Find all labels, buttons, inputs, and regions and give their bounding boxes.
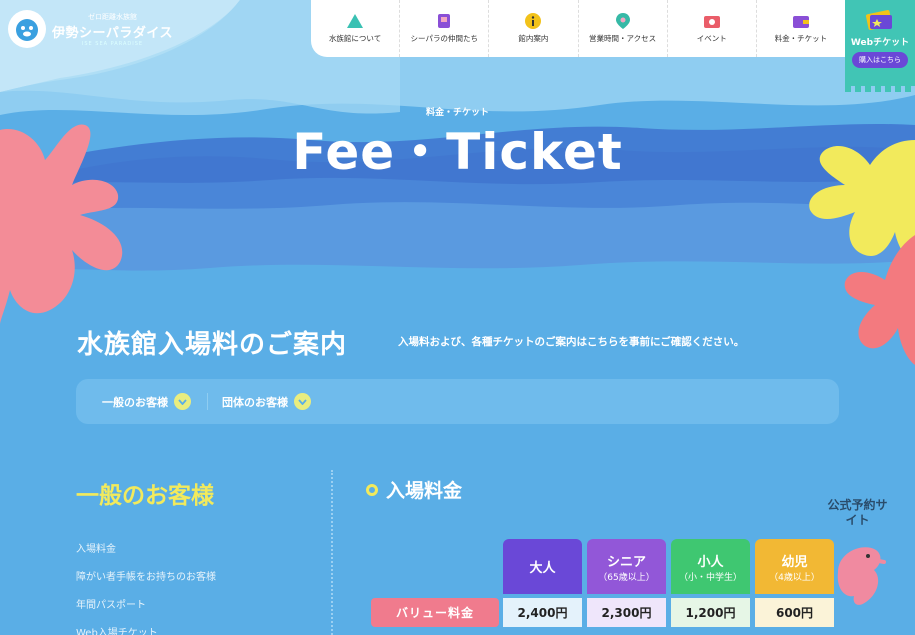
- filter-label: 一般のお客様: [102, 395, 168, 409]
- bullet-icon: [366, 483, 378, 496]
- side-link-annual-pass[interactable]: 年間パスポート: [76, 596, 216, 611]
- header-senior: シニア （65歳以上）: [587, 539, 666, 594]
- camera-icon: [703, 13, 720, 29]
- page-section-title: 水族館入場料のご案内: [77, 330, 348, 360]
- info-icon: [525, 13, 542, 29]
- logo-subtitle: ゼロ距離水族館: [87, 12, 137, 21]
- nav-label: 営業時間・アクセス: [589, 34, 657, 43]
- chevron-down-icon: [294, 393, 311, 410]
- row-label-value-price: バリュー料金: [371, 598, 499, 627]
- price-cell: 1,200円: [671, 598, 750, 627]
- header-main: シニア: [606, 554, 646, 570]
- nav-label: イベント: [696, 34, 727, 43]
- side-link-disability[interactable]: 障がい者手帳をお持ちのお客様: [76, 568, 216, 583]
- dolphin-icon: [837, 547, 886, 605]
- nav-item-event[interactable]: イベント: [668, 0, 757, 57]
- nav-label: 館内案内: [518, 34, 549, 43]
- nav-label: 料金・チケット: [774, 34, 828, 43]
- filter-group-customers[interactable]: 団体のお客様: [222, 393, 327, 410]
- map-pin-icon: [615, 13, 631, 29]
- column-divider: [331, 470, 333, 635]
- nav-item-friends[interactable]: シーパラの仲間たち: [400, 0, 490, 57]
- header-main: 大人: [529, 561, 556, 576]
- price-cell: 2,400円: [503, 598, 582, 627]
- nav-label: シーパラの仲間たち: [410, 34, 478, 43]
- wallet-icon: [792, 13, 809, 29]
- reservation-label: 公式予約サイト: [827, 498, 888, 527]
- side-nav-title: 一般のお客様: [76, 483, 214, 509]
- header-main: 小人: [697, 554, 724, 570]
- customer-type-filter: 一般のお客様 団体のお客様: [76, 379, 839, 424]
- header-adult: 大人: [503, 539, 582, 594]
- header-child: 小人 （小・中学生）: [671, 539, 750, 594]
- filter-label: 団体のお客様: [222, 395, 288, 409]
- price-cell: 2,300円: [587, 598, 666, 627]
- header-sub: （小・中学生）: [678, 572, 742, 583]
- ticket-icon: [865, 10, 893, 30]
- filter-general-customers[interactable]: 一般のお客様: [102, 393, 208, 410]
- top-navigation: 水族館について シーパラの仲間たち 館内案内 営業時間・アクセス イベント 料金…: [311, 0, 845, 57]
- nav-label: 水族館について: [328, 34, 382, 43]
- seal-mascot-icon: [8, 10, 46, 48]
- hero-title: Fee・Ticket: [292, 123, 623, 181]
- side-nav: 入場料金 障がい者手帳をお持ちのお客様 年間パスポート Web入場チケット: [76, 540, 216, 635]
- fee-heading: 入場料金: [366, 476, 462, 503]
- nav-item-guide[interactable]: 館内案内: [489, 0, 579, 57]
- book-icon: [436, 13, 452, 29]
- side-link-web-ticket[interactable]: Web入場チケット: [76, 624, 216, 635]
- logo-english: ISE SEA PARADISE: [81, 40, 144, 47]
- nav-item-about[interactable]: 水族館について: [311, 0, 401, 57]
- buy-ticket-button[interactable]: 購入はこちら: [852, 52, 908, 68]
- fee-heading-text: 入場料金: [386, 480, 463, 502]
- web-ticket-label: Webチケット: [850, 38, 910, 48]
- triangle-icon: [347, 13, 364, 29]
- site-logo[interactable]: ゼロ距離水族館 伊勢シーパラダイス ISE SEA PARADISE: [8, 10, 173, 48]
- chevron-down-icon: [174, 393, 191, 410]
- nav-item-fee[interactable]: 料金・チケット: [757, 0, 845, 57]
- side-link-admission[interactable]: 入場料金: [76, 540, 216, 555]
- official-reservation-link[interactable]: 公式予約サイト: [820, 498, 895, 616]
- header-main: 幼児: [781, 554, 808, 570]
- web-ticket-panel[interactable]: Webチケット 購入はこちら: [845, 0, 915, 92]
- nav-item-access[interactable]: 営業時間・アクセス: [579, 0, 668, 57]
- logo-title: 伊勢シーパラダイス: [52, 25, 173, 41]
- header-sub: （4歳以上）: [769, 572, 820, 583]
- section-description: 入場料および、各種チケットのご案内はこちらを事前にご確認ください。: [398, 336, 745, 348]
- header-sub: （65歳以上）: [598, 572, 655, 583]
